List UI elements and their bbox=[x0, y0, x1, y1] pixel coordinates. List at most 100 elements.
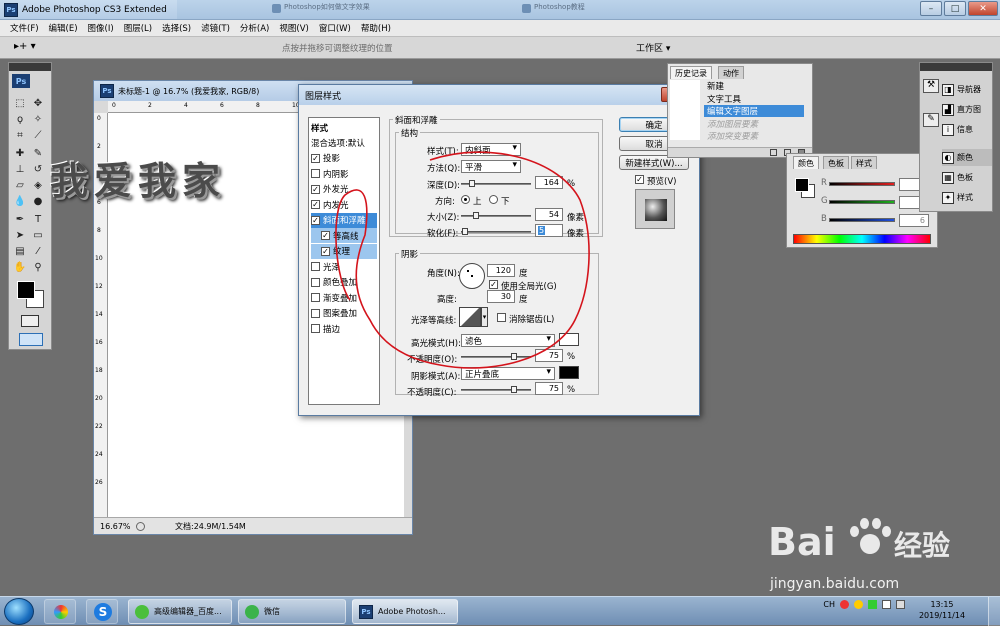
global-light-checkbox[interactable]: ✓ bbox=[489, 280, 498, 289]
quick-mask-icon[interactable] bbox=[21, 315, 39, 327]
bevel-style-select[interactable]: 内斜面 bbox=[461, 143, 521, 156]
menu-filter[interactable]: 滤镜(T) bbox=[201, 22, 230, 34]
screen-mode-icon[interactable] bbox=[19, 333, 43, 346]
depth-input[interactable]: 164 bbox=[535, 176, 563, 189]
tray-icon-1[interactable] bbox=[840, 600, 849, 609]
dock-swatches[interactable]: ▦ 色板 bbox=[942, 169, 992, 186]
eraser-icon[interactable]: ▱ bbox=[13, 179, 27, 192]
style-checkbox[interactable]: ✓ bbox=[311, 200, 320, 209]
notes-icon[interactable]: ▤ bbox=[13, 245, 27, 258]
highlight-opacity-input[interactable]: 75 bbox=[535, 349, 563, 362]
type-icon[interactable]: T bbox=[31, 213, 45, 226]
style-item[interactable]: ✓ 斜面和浮雕 bbox=[311, 212, 377, 228]
hand-icon[interactable]: ✋ bbox=[13, 261, 27, 274]
style-checkbox[interactable] bbox=[311, 324, 320, 333]
zoom-level[interactable]: 16.67% bbox=[100, 522, 136, 531]
style-item[interactable]: ✓ 投影 bbox=[311, 151, 377, 166]
taskbar-photoshop[interactable]: Ps Adobe Photosh... bbox=[352, 599, 458, 624]
blur-icon[interactable]: 💧 bbox=[13, 195, 27, 208]
style-item[interactable]: 描边 bbox=[311, 321, 377, 336]
show-desktop-button[interactable] bbox=[988, 597, 1000, 626]
path-select-icon[interactable]: ➤ bbox=[13, 229, 27, 242]
style-checkbox[interactable] bbox=[311, 293, 320, 302]
menu-select[interactable]: 选择(S) bbox=[162, 22, 191, 34]
toolbox-grip[interactable] bbox=[9, 63, 51, 71]
sogou-icon[interactable]: S bbox=[86, 599, 118, 624]
channel-value[interactable]: 6 bbox=[899, 214, 929, 227]
app-icon-colorful[interactable] bbox=[44, 599, 76, 624]
style-item[interactable]: 混合选项:默认 bbox=[311, 135, 377, 150]
technique-select[interactable]: 平滑 bbox=[461, 160, 521, 173]
taskbar-browser[interactable]: 高级编辑器_百度... bbox=[128, 599, 232, 624]
channel-slider[interactable] bbox=[829, 182, 895, 186]
workspace-button[interactable]: 工作区 ▾ bbox=[636, 41, 670, 54]
dock-styles[interactable]: ✦ 样式 bbox=[942, 189, 992, 206]
tab-swatches[interactable]: 色板 bbox=[823, 156, 849, 169]
shadow-mode-select[interactable]: 正片叠底 bbox=[461, 367, 555, 380]
highlight-mode-select[interactable]: 滤色 bbox=[461, 334, 555, 347]
menu-help[interactable]: 帮助(H) bbox=[361, 22, 391, 34]
move-icon[interactable]: ✥ bbox=[31, 97, 45, 110]
tools-icon[interactable]: ⚒ bbox=[923, 79, 939, 93]
new-snapshot-icon[interactable] bbox=[770, 149, 777, 156]
direction-down-radio[interactable] bbox=[489, 195, 498, 204]
history-item[interactable]: 文字工具 bbox=[704, 93, 804, 105]
altitude-input[interactable]: 30 bbox=[487, 290, 515, 303]
preview-checkbox[interactable]: ✓ bbox=[635, 175, 644, 184]
taskbar-wechat[interactable]: 微信 bbox=[238, 599, 346, 624]
style-item[interactable]: ✓ 外发光 bbox=[311, 182, 377, 197]
input-lang[interactable]: CH bbox=[823, 600, 835, 609]
slider-handle[interactable] bbox=[469, 180, 476, 187]
tray-icon-2[interactable] bbox=[854, 600, 863, 609]
style-item[interactable]: 光泽 bbox=[311, 259, 377, 274]
brushes-icon[interactable]: ✎ bbox=[923, 113, 939, 127]
history-item[interactable]: 新建 bbox=[704, 80, 804, 92]
dock-histogram[interactable]: ▟ 直方图 bbox=[942, 101, 992, 118]
pen-icon[interactable]: ✒ bbox=[13, 213, 27, 226]
magic-wand-icon[interactable]: ✧ bbox=[31, 113, 45, 126]
style-checkbox[interactable] bbox=[311, 262, 320, 271]
menu-edit[interactable]: 编辑(E) bbox=[49, 22, 78, 34]
shadow-color-swatch[interactable] bbox=[559, 366, 579, 379]
highlight-color-swatch[interactable] bbox=[559, 333, 579, 346]
dock-navigator[interactable]: ◨ 导航器 bbox=[942, 81, 992, 98]
channel-slider[interactable] bbox=[829, 200, 895, 204]
eyedropper-icon[interactable]: ⁄ bbox=[31, 245, 45, 258]
maximize-button[interactable]: □ bbox=[944, 1, 966, 16]
status-icon[interactable] bbox=[136, 521, 145, 531]
dock-info[interactable]: i 信息 bbox=[942, 121, 992, 138]
history-item[interactable]: 编辑文字图层 bbox=[704, 105, 804, 117]
slider-handle[interactable] bbox=[510, 386, 517, 393]
tab-history[interactable]: 历史记录 bbox=[670, 66, 712, 79]
style-checkbox[interactable]: ✓ bbox=[311, 153, 320, 163]
size-input[interactable]: 54 bbox=[535, 208, 563, 221]
dodge-icon[interactable]: ● bbox=[31, 195, 45, 208]
brush-icon[interactable]: ✎ bbox=[31, 147, 45, 160]
move-tool-preset[interactable]: ▸+ ▾ bbox=[14, 41, 36, 52]
close-button[interactable]: ✕ bbox=[968, 1, 998, 16]
fg-swatch[interactable] bbox=[795, 178, 809, 192]
style-checkbox[interactable]: ✓ bbox=[321, 246, 330, 256]
network-icon[interactable] bbox=[882, 600, 891, 609]
history-item[interactable]: 添加突变要素 bbox=[704, 130, 804, 142]
browser-tab[interactable]: Photoshop如何做文字效果 bbox=[270, 2, 410, 16]
menu-file[interactable]: 文件(F) bbox=[10, 22, 39, 34]
tab-actions[interactable]: 动作 bbox=[718, 66, 744, 79]
marquee-icon[interactable]: ⬚ bbox=[13, 97, 27, 110]
color-spectrum[interactable] bbox=[793, 234, 931, 244]
style-item[interactable]: ✓ 等高线 bbox=[311, 228, 377, 243]
contour-dropdown-icon[interactable]: ▾ bbox=[481, 307, 488, 327]
gloss-contour-preview[interactable] bbox=[459, 307, 481, 327]
tab-color[interactable]: 颜色 bbox=[793, 156, 819, 169]
dock-color[interactable]: ◐ 颜色 bbox=[942, 149, 992, 166]
size-slider[interactable] bbox=[461, 212, 531, 219]
history-item[interactable]: 添加图层要素 bbox=[704, 118, 804, 130]
menu-layer[interactable]: 图层(L) bbox=[124, 22, 152, 34]
foreground-color[interactable] bbox=[17, 281, 35, 299]
style-item[interactable]: 颜色叠加 bbox=[311, 275, 377, 290]
style-item[interactable]: 内阴影 bbox=[311, 166, 377, 181]
depth-slider[interactable] bbox=[461, 180, 531, 187]
shadow-opacity-input[interactable]: 75 bbox=[535, 382, 563, 395]
photoshop-icon[interactable]: Ps bbox=[12, 74, 30, 88]
angle-input[interactable]: 120 bbox=[487, 264, 515, 277]
